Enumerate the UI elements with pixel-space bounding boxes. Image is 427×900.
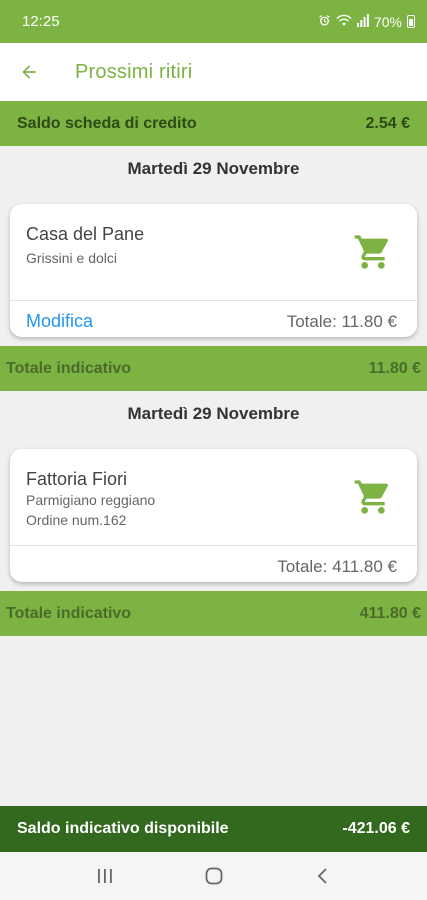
indicative-total-label: Totale indicativo (6, 604, 132, 622)
alarm-icon (318, 14, 331, 30)
system-nav-bar (0, 852, 427, 900)
status-time: 12:25 (22, 13, 60, 30)
app-bar: Prossimi ritiri (0, 43, 427, 101)
battery-percent: 70% (373, 13, 402, 30)
indicative-total-bar: Totale indicativo 411.80 € (0, 591, 427, 636)
order-item: Parmigiano reggiano (26, 492, 156, 508)
order-total: Totale: 11.80 € (286, 312, 397, 331)
back-button[interactable] (0, 43, 58, 101)
cart-icon[interactable] (353, 232, 393, 272)
back-icon (317, 868, 327, 884)
wifi-icon (336, 14, 352, 30)
nav-back-button[interactable] (303, 856, 343, 896)
shop-name: Fattoria Fiori (26, 469, 128, 489)
card-divider (10, 300, 417, 301)
modify-link[interactable]: Modifica (26, 311, 93, 332)
signal-icon (356, 13, 369, 30)
indicative-total-bar: Totale indicativo 11.80 € (0, 346, 427, 391)
page-title: Prossimi ritiri (75, 60, 193, 83)
shop-name: Casa del Pane (26, 224, 145, 244)
card-divider (10, 545, 417, 546)
order-date: Martedì 29 Novembre (127, 159, 300, 178)
indicative-total-value: 11.80 € (368, 359, 422, 377)
status-bar: 12:25 70% (0, 0, 427, 43)
order-number: Ordine num.162 (26, 512, 127, 528)
order-total: Totale: 411.80 € (277, 557, 397, 576)
credit-value: 2.54 € (365, 114, 410, 132)
available-balance-value: -421.06 € (342, 820, 410, 837)
available-balance-bar: Saldo indicativo disponibile -421.06 € (0, 806, 427, 852)
indicative-total-label: Totale indicativo (6, 359, 132, 377)
battery-icon (407, 15, 415, 28)
home-icon (205, 867, 222, 885)
recent-apps-icon (97, 869, 112, 883)
order-date: Martedì 29 Novembre (127, 404, 300, 423)
available-balance-label: Saldo indicativo disponibile (17, 820, 229, 837)
credit-balance-bar: Saldo scheda di credito 2.54 € (0, 101, 427, 146)
cart-icon[interactable] (353, 477, 393, 517)
home-button[interactable] (194, 856, 234, 896)
indicative-total-value: 411.80 € (359, 604, 421, 622)
order-card[interactable]: Fattoria Fiori Parmigiano reggiano Ordin… (10, 449, 417, 582)
recent-apps-button[interactable] (85, 856, 125, 896)
status-icons: 70% (318, 13, 415, 30)
order-card[interactable]: Casa del Pane Grissini e dolci Modifica … (10, 204, 417, 337)
order-item: Grissini e dolci (26, 250, 118, 266)
arrow-left-icon (22, 65, 36, 79)
credit-label: Saldo scheda di credito (17, 114, 197, 132)
